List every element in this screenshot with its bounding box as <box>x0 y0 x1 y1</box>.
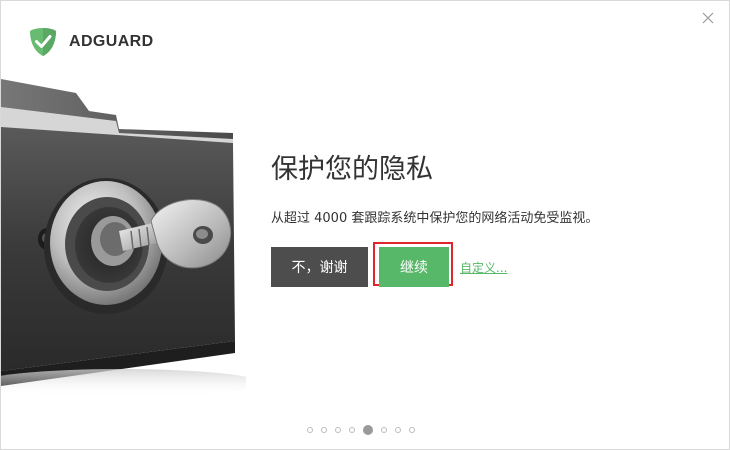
brand-name: ADGUARD <box>69 33 154 50</box>
pager-dot[interactable] <box>349 427 355 433</box>
adguard-logo: ADGUARD <box>29 27 154 57</box>
lock-illustration <box>1 79 246 397</box>
page-title: 保护您的隐私 <box>271 154 433 185</box>
pager-dot[interactable] <box>307 427 313 433</box>
pager-dot[interactable] <box>381 427 387 433</box>
decline-button[interactable]: 不，谢谢 <box>271 247 368 287</box>
pager-dot-active[interactable] <box>363 425 373 435</box>
customize-link[interactable]: 自定义... <box>460 259 507 276</box>
close-icon <box>702 12 714 24</box>
close-button[interactable] <box>697 7 719 29</box>
shield-check-icon <box>30 28 56 56</box>
continue-button[interactable]: 继续 <box>379 247 449 287</box>
pager-dot[interactable] <box>409 427 415 433</box>
page-indicator <box>307 425 415 435</box>
installer-window: ADGUARD 保护您的隐私 从超过 4000 套跟踪系统中保护您的网络活动免受… <box>0 0 730 450</box>
pager-dot[interactable] <box>395 427 401 433</box>
page-description: 从超过 4000 套跟踪系统中保护您的网络活动免受监视。 <box>271 211 599 226</box>
pager-dot[interactable] <box>321 427 327 433</box>
pager-dot[interactable] <box>335 427 341 433</box>
